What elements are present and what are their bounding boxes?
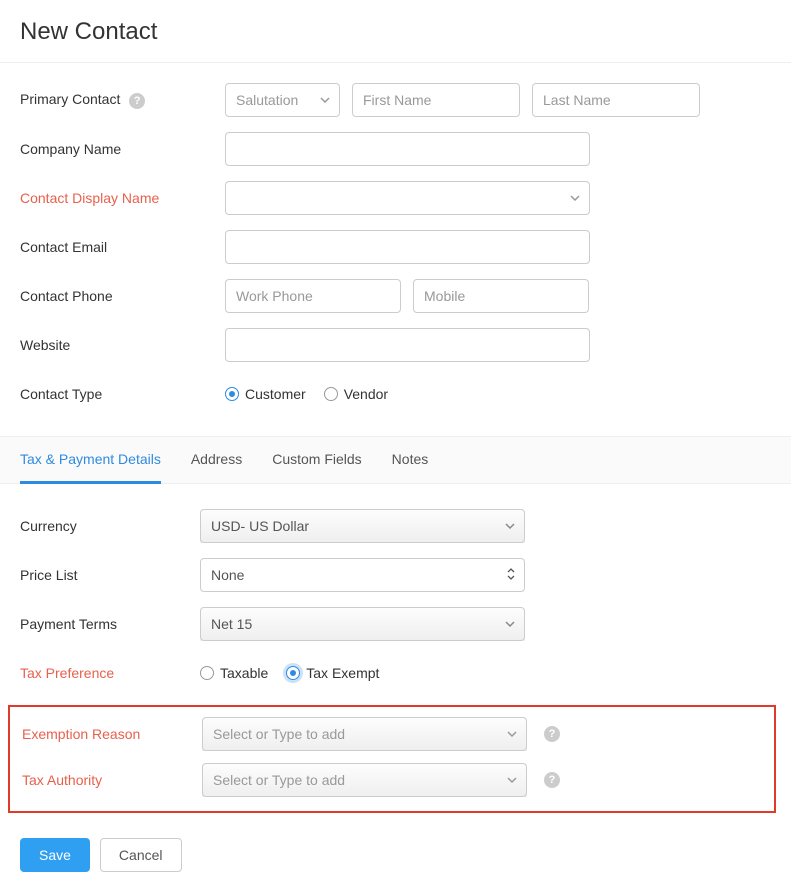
last-name-input[interactable] — [532, 83, 700, 117]
exemption-reason-select[interactable]: Select or Type to add — [202, 717, 527, 751]
help-icon[interactable]: ? — [544, 772, 560, 788]
tab-content-tax: Currency USD- US Dollar Price List None — [0, 484, 791, 838]
work-phone-input[interactable] — [225, 279, 401, 313]
row-primary-contact: Primary Contact ? Salutation — [20, 83, 771, 117]
website-input[interactable] — [225, 328, 590, 362]
highlighted-section: Exemption Reason Select or Type to add ?… — [8, 705, 776, 813]
radio-taxable[interactable]: Taxable — [200, 665, 268, 681]
label-currency: Currency — [20, 518, 200, 534]
row-display-name: Contact Display Name — [20, 181, 771, 215]
mobile-phone-input[interactable] — [413, 279, 589, 313]
cancel-button[interactable]: Cancel — [100, 838, 182, 872]
save-button[interactable]: Save — [20, 838, 90, 872]
tab-bar: Tax & Payment Details Address Custom Fie… — [0, 436, 791, 484]
first-name-input[interactable] — [352, 83, 520, 117]
contact-form: Primary Contact ? Salutation Company Nam… — [0, 63, 791, 436]
row-company-name: Company Name — [20, 132, 771, 166]
label-display-name: Contact Display Name — [20, 190, 225, 206]
radio-customer[interactable]: Customer — [225, 386, 306, 402]
label-exemption-reason: Exemption Reason — [22, 726, 202, 742]
row-payment-terms: Payment Terms Net 15 — [20, 607, 771, 641]
label-website: Website — [20, 337, 225, 353]
help-icon[interactable]: ? — [129, 93, 145, 109]
radio-icon — [200, 666, 214, 680]
page-header: New Contact — [0, 0, 791, 63]
display-name-select[interactable] — [225, 181, 590, 215]
tab-address[interactable]: Address — [191, 437, 242, 484]
email-input[interactable] — [225, 230, 590, 264]
page-title: New Contact — [20, 18, 771, 46]
row-tax-authority: Tax Authority Select or Type to add ? — [22, 763, 769, 797]
label-company-name: Company Name — [20, 141, 225, 157]
label-payment-terms: Payment Terms — [20, 616, 200, 632]
button-row: Save Cancel — [0, 838, 791, 892]
payment-terms-select[interactable]: Net 15 — [200, 607, 525, 641]
company-name-input[interactable] — [225, 132, 590, 166]
label-price-list: Price List — [20, 567, 200, 583]
label-email: Contact Email — [20, 239, 225, 255]
radio-icon — [324, 387, 338, 401]
label-tax-preference: Tax Preference — [20, 665, 200, 681]
row-currency: Currency USD- US Dollar — [20, 509, 771, 543]
row-contact-type: Contact Type Customer Vendor — [20, 377, 771, 411]
label-phone: Contact Phone — [20, 288, 225, 304]
help-icon[interactable]: ? — [544, 726, 560, 742]
label-contact-type: Contact Type — [20, 386, 225, 402]
salutation-select[interactable]: Salutation — [225, 83, 340, 117]
row-website: Website — [20, 328, 771, 362]
row-exemption-reason: Exemption Reason Select or Type to add ? — [22, 717, 769, 751]
currency-select[interactable]: USD- US Dollar — [200, 509, 525, 543]
tax-authority-select[interactable]: Select or Type to add — [202, 763, 527, 797]
radio-tax-exempt[interactable]: Tax Exempt — [286, 665, 379, 681]
label-primary-contact: Primary Contact ? — [20, 91, 225, 109]
row-email: Contact Email — [20, 230, 771, 264]
tab-tax-payment[interactable]: Tax & Payment Details — [20, 437, 161, 484]
row-tax-preference: Tax Preference Taxable Tax Exempt — [20, 656, 771, 690]
radio-icon — [225, 387, 239, 401]
label-tax-authority: Tax Authority — [22, 772, 202, 788]
tab-notes[interactable]: Notes — [392, 437, 429, 484]
radio-icon — [286, 666, 300, 680]
row-phone: Contact Phone — [20, 279, 771, 313]
tab-custom-fields[interactable]: Custom Fields — [272, 437, 361, 484]
price-list-select[interactable]: None — [200, 558, 525, 592]
radio-vendor[interactable]: Vendor — [324, 386, 388, 402]
row-price-list: Price List None — [20, 558, 771, 592]
